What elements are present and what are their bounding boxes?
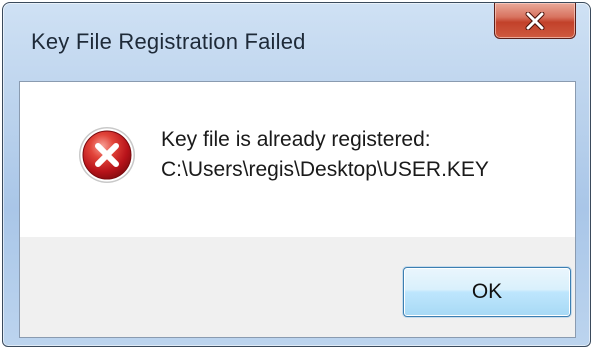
message-line-1: Key file is already registered: xyxy=(161,128,431,151)
dialog-client-area: Key file is already registered: C:\Users… xyxy=(19,81,576,338)
window-title: Key File Registration Failed xyxy=(31,29,306,54)
error-message: Key file is already registered: C:\Users… xyxy=(161,125,489,185)
message-area: Key file is already registered: C:\Users… xyxy=(20,82,575,237)
dialog-window: Key File Registration Failed Key file is… xyxy=(2,2,591,347)
close-button[interactable] xyxy=(494,3,576,39)
ok-button[interactable]: OK xyxy=(403,267,571,317)
error-icon xyxy=(79,127,135,183)
message-line-2: C:\Users\regis\Desktop\USER.KEY xyxy=(161,158,489,181)
close-x-icon xyxy=(525,11,545,30)
title-bar[interactable]: Key File Registration Failed xyxy=(3,3,590,81)
